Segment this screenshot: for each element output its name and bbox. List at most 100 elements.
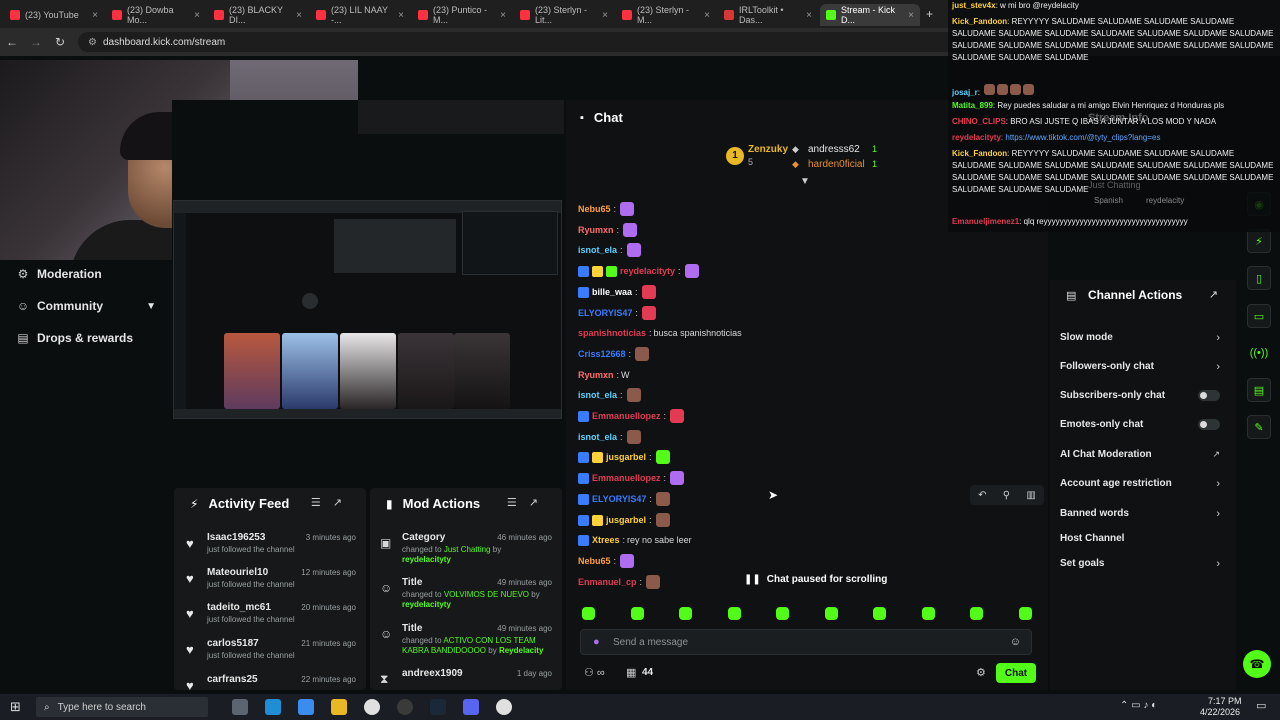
- emote-icon[interactable]: [631, 607, 644, 620]
- reply-icon[interactable]: ↶: [978, 490, 986, 501]
- chat-paused-notice[interactable]: ❚❚ Chat paused for scrolling: [744, 574, 887, 585]
- sidebar-item-moderation[interactable]: ⚙ Moderation: [16, 267, 102, 281]
- chat-username[interactable]: ELYORYIS47: [592, 494, 646, 504]
- browser-tab[interactable]: Stream - Kick D... ×: [820, 4, 920, 26]
- chat-send-button[interactable]: Chat: [996, 663, 1036, 683]
- filter-icon[interactable]: ☰: [311, 497, 333, 509]
- chat-username[interactable]: jusgarbel: [606, 515, 646, 525]
- close-icon[interactable]: ×: [704, 10, 710, 21]
- toggle-switch[interactable]: [1198, 419, 1220, 430]
- filter-icon[interactable]: ☰: [507, 497, 529, 509]
- close-icon[interactable]: ×: [806, 10, 812, 21]
- emote-icon[interactable]: [922, 607, 935, 620]
- close-icon[interactable]: ×: [602, 10, 608, 21]
- close-icon[interactable]: ×: [296, 10, 302, 21]
- popout-icon[interactable]: ↗: [529, 497, 550, 509]
- page-icon[interactable]: ▯: [1247, 266, 1271, 290]
- broadcast-icon[interactable]: ((•)): [1247, 341, 1271, 365]
- channel-action-item[interactable]: Set goals ›: [1050, 558, 1236, 574]
- chat-username[interactable]: Xtrees: [592, 535, 620, 545]
- emote-icon[interactable]: [825, 607, 838, 620]
- sidebar-item-community[interactable]: ☺ Community ▼: [16, 299, 156, 313]
- chat-username[interactable]: Ryumxn: [578, 370, 614, 380]
- sidebar-item-drops[interactable]: ▤ Drops & rewards: [16, 331, 133, 345]
- chat-username[interactable]: ELYORYIS47: [578, 308, 632, 318]
- chat-username[interactable]: isnot_ela: [578, 245, 617, 255]
- browser-tab[interactable]: (23) LIL NAAY -... ×: [310, 4, 410, 26]
- collapse-icon[interactable]: ▼: [800, 176, 810, 187]
- close-icon[interactable]: ×: [908, 10, 914, 21]
- emote-icon[interactable]: [728, 607, 741, 620]
- browser-tab[interactable]: (23) Sterlyn - M... ×: [616, 4, 716, 26]
- edge-icon[interactable]: [265, 699, 281, 715]
- channel-action-item[interactable]: Account age restriction ›: [1050, 478, 1236, 494]
- close-icon[interactable]: ×: [194, 10, 200, 21]
- start-icon[interactable]: ⊞: [10, 699, 21, 715]
- support-icon[interactable]: ☎: [1243, 650, 1271, 678]
- channel-action-item[interactable]: AI Chat Moderation ↗: [1050, 449, 1236, 465]
- chat-username[interactable]: jusgarbel: [606, 452, 646, 462]
- browser-tab[interactable]: (23) YouTube ×: [4, 4, 104, 26]
- notification-icon[interactable]: ▭: [1256, 699, 1266, 712]
- task-view-icon[interactable]: [232, 699, 248, 715]
- obs-icon[interactable]: [397, 699, 413, 715]
- close-icon[interactable]: ×: [500, 10, 506, 21]
- emote-icon[interactable]: [776, 607, 789, 620]
- discord-icon[interactable]: [463, 699, 479, 715]
- browser-tab[interactable]: (23) BLACKY DI... ×: [208, 4, 308, 26]
- chat-username[interactable]: Nebu65: [578, 556, 611, 566]
- chat-icon[interactable]: ▭: [1247, 304, 1271, 328]
- wrench-icon[interactable]: ✎: [1247, 415, 1271, 439]
- chat-username[interactable]: Ryumxn: [578, 225, 614, 235]
- toggle-switch[interactable]: [1198, 390, 1220, 401]
- back-icon[interactable]: ←: [0, 35, 24, 49]
- chat-input[interactable]: ● Send a message ☺: [580, 629, 1032, 655]
- url-field[interactable]: ⚙ dashboard.kick.com/stream: [78, 32, 978, 52]
- close-icon[interactable]: ×: [398, 10, 404, 21]
- chat-settings-icon[interactable]: ⚙: [976, 666, 986, 679]
- browser-tab[interactable]: (23) Sterlyn - Lit... ×: [514, 4, 614, 26]
- emote-icon[interactable]: [970, 607, 983, 620]
- steam-icon[interactable]: [430, 699, 446, 715]
- store-icon[interactable]: ▦: [626, 666, 636, 679]
- chrome-icon[interactable]: [364, 699, 380, 715]
- chat-username[interactable]: spanishnoticias: [578, 328, 646, 338]
- taskbar-search[interactable]: ⌕ Type here to search: [36, 697, 208, 717]
- delete-icon[interactable]: ▥: [1026, 490, 1035, 501]
- reload-icon[interactable]: ↻: [48, 35, 72, 49]
- chat-username[interactable]: Enmanuel_cp: [578, 577, 637, 587]
- photos-icon[interactable]: [298, 699, 314, 715]
- layout-icon[interactable]: ▤: [1247, 378, 1271, 402]
- folder-icon[interactable]: [331, 699, 347, 715]
- close-icon[interactable]: ×: [92, 10, 98, 21]
- chat-username[interactable]: Emmanuellopez: [592, 473, 661, 483]
- chat-username[interactable]: isnot_ela: [578, 390, 617, 400]
- new-tab-icon[interactable]: +: [926, 7, 933, 21]
- emoji-icon[interactable]: ☺: [1010, 636, 1021, 648]
- chat-username[interactable]: bille_waa: [592, 287, 632, 297]
- browser-tab[interactable]: (23) Puntico - M... ×: [412, 4, 512, 26]
- browser-tab[interactable]: (23) Dowba Mo... ×: [106, 4, 206, 26]
- popout-icon[interactable]: ↗: [333, 497, 354, 509]
- popout-icon[interactable]: ↗: [1209, 288, 1218, 301]
- bolt-icon[interactable]: ⚡: [1247, 229, 1271, 253]
- pin-icon[interactable]: ⚲: [1003, 490, 1010, 501]
- forward-icon[interactable]: →: [24, 35, 48, 49]
- channel-action-item[interactable]: Banned words ›: [1050, 508, 1236, 524]
- emote-icon[interactable]: [1019, 607, 1032, 620]
- browser-tab[interactable]: IRLToolkit • Das... ×: [718, 4, 818, 26]
- channel-action-item[interactable]: Emotes-only chat: [1050, 419, 1236, 435]
- chat-username[interactable]: reydelacityty: [620, 266, 675, 276]
- channel-action-item[interactable]: Followers-only chat ›: [1050, 361, 1236, 377]
- emote-icon[interactable]: [582, 607, 595, 620]
- chat-username[interactable]: Emmanuellopez: [592, 411, 661, 421]
- users-icon[interactable]: ⚇ ∞: [584, 666, 605, 679]
- channel-action-item[interactable]: Slow mode ›: [1050, 332, 1236, 348]
- emote-icon[interactable]: [873, 607, 886, 620]
- chrome-active-icon[interactable]: [496, 699, 512, 715]
- channel-action-item[interactable]: Subscribers-only chat: [1050, 390, 1236, 406]
- mic-icon[interactable]: ●: [593, 636, 600, 648]
- chat-username[interactable]: isnot_ela: [578, 432, 617, 442]
- site-info-icon[interactable]: ⚙: [88, 37, 97, 48]
- chat-username[interactable]: Nebu65: [578, 204, 611, 214]
